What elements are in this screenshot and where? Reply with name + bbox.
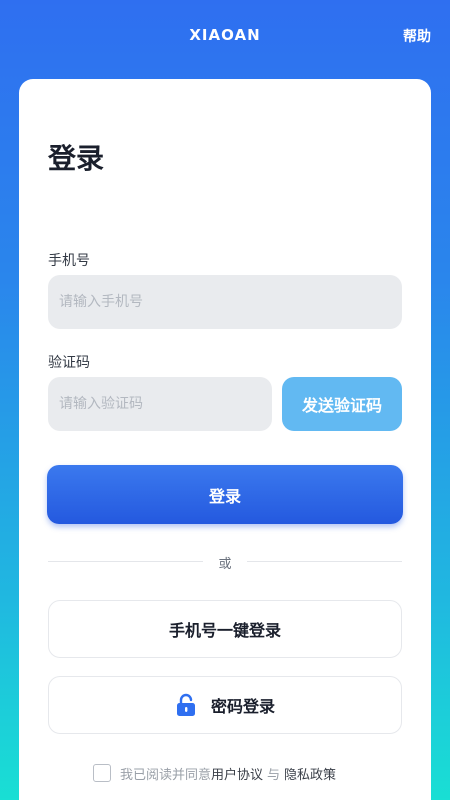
user-agreement-link[interactable]: 用户协议: [211, 764, 263, 783]
divider-or: 或: [218, 557, 232, 572]
divider-left: [48, 561, 203, 562]
agreement-checkbox[interactable]: [93, 764, 111, 782]
agreement-and: 与: [267, 767, 281, 783]
password-login-label: 密码登录: [210, 697, 275, 716]
brand-logo: XIAOAN: [189, 26, 261, 44]
code-input[interactable]: [48, 377, 272, 431]
agreement-row: 我已阅读并同意 用户协议 与 隐私政策: [93, 763, 336, 783]
lock-open-icon: [175, 693, 197, 717]
top-bar: XIAOAN 帮助: [0, 0, 450, 72]
agreement-prefix: 我已阅读并同意: [120, 767, 212, 783]
send-code-button[interactable]: 发送验证码: [282, 377, 402, 431]
divider-right: [247, 561, 402, 562]
page-title: 登录: [48, 142, 105, 175]
one-click-login-button[interactable]: 手机号一键登录: [48, 600, 402, 658]
one-click-login-label: 手机号一键登录: [168, 621, 281, 640]
password-login-button[interactable]: 密码登录: [48, 676, 402, 734]
help-link[interactable]: 帮助: [403, 26, 431, 46]
login-card: 登录 手机号 验证码 发送验证码 登录 或 手机号一键登录 密码登录 我已阅读并…: [19, 79, 431, 800]
privacy-policy-link[interactable]: 隐私政策: [284, 764, 336, 783]
login-button[interactable]: 登录: [47, 465, 403, 524]
phone-input[interactable]: [48, 275, 402, 329]
phone-label: 手机号: [48, 253, 90, 269]
code-label: 验证码: [48, 355, 90, 371]
